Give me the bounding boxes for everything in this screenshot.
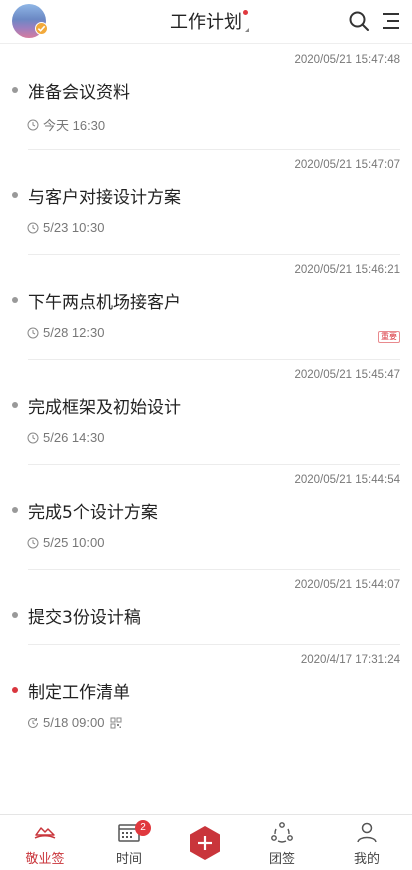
bullet-icon xyxy=(12,612,18,618)
clock-icon xyxy=(27,432,39,443)
bullet-icon xyxy=(12,192,18,198)
team-icon xyxy=(271,822,293,843)
page-title[interactable]: 工作计划 xyxy=(170,8,249,34)
add-button[interactable] xyxy=(187,825,223,861)
task-timestamp: 2020/05/21 15:47:48 xyxy=(294,54,400,66)
task-due: 5/18 09:00 xyxy=(27,715,126,730)
task-name: 完成5个设计方案 xyxy=(28,503,158,523)
search-icon[interactable] xyxy=(348,10,370,32)
bottom-tab-bar: 敬业签 2 时间 团签 我的 xyxy=(0,814,412,870)
task-due-text: 5/18 09:00 xyxy=(43,715,105,730)
qr-code-icon xyxy=(110,717,122,728)
tab-jingyeqian[interactable]: 敬业签 xyxy=(5,815,85,870)
task-timestamp: 2020/05/21 15:47:07 xyxy=(294,159,400,171)
task-name: 下午两点机场接客户 xyxy=(28,293,181,313)
tab-label: 时间 xyxy=(115,852,142,867)
task-item[interactable]: 2020/05/21 15:47:48 准备会议资料 今天 16:30 xyxy=(0,45,412,150)
task-due: 5/25 10:00 xyxy=(27,535,104,550)
page-title-text: 工作计划 xyxy=(170,12,242,33)
task-name: 准备会议资料 xyxy=(28,83,130,103)
tab-label: 团签 xyxy=(268,852,295,867)
task-timestamp: 2020/05/21 15:45:47 xyxy=(294,369,400,381)
top-bar: 工作计划 xyxy=(0,0,412,44)
task-list: 2020/05/21 15:47:48 准备会议资料 今天 16:30 2020… xyxy=(0,45,412,750)
dropdown-corner-icon xyxy=(245,28,249,32)
task-item[interactable]: 2020/4/17 17:31:24 制定工作清单 5/18 09:00 xyxy=(0,645,412,750)
tab-team[interactable]: 团签 xyxy=(242,815,322,870)
clock-icon xyxy=(27,537,39,548)
task-timestamp: 2020/05/21 15:46:21 xyxy=(294,264,400,276)
task-due: 5/28 12:30 xyxy=(27,325,104,340)
task-item[interactable]: 2020/05/21 15:44:54 完成5个设计方案 5/25 10:00 xyxy=(0,465,412,570)
bullet-icon xyxy=(12,297,18,303)
bullet-icon xyxy=(12,402,18,408)
task-item[interactable]: 2020/05/21 15:46:21 下午两点机场接客户 5/28 12:30… xyxy=(0,255,412,360)
task-name: 提交3份设计稿 xyxy=(28,608,141,628)
task-due-text: 5/25 10:00 xyxy=(43,535,105,550)
clock-icon xyxy=(27,222,39,233)
bullet-icon xyxy=(12,687,18,693)
task-due-text: 5/26 14:30 xyxy=(43,430,105,445)
task-item[interactable]: 2020/05/21 15:44:07 提交3份设计稿 xyxy=(0,570,412,645)
task-due: 5/23 10:30 xyxy=(27,220,104,235)
task-due-text: 5/28 12:30 xyxy=(43,325,105,340)
task-due-text: 5/23 10:30 xyxy=(43,220,105,235)
task-due: 5/26 14:30 xyxy=(27,430,104,445)
home-note-icon xyxy=(34,827,56,839)
tab-label: 敬业签 xyxy=(25,852,65,867)
task-timestamp: 2020/4/17 17:31:24 xyxy=(300,654,400,666)
clock-icon xyxy=(27,119,39,130)
task-due: 今天 16:30 xyxy=(27,115,105,134)
task-item[interactable]: 2020/05/21 15:47:07 与客户对接设计方案 5/23 10:30 xyxy=(0,150,412,255)
clock-icon xyxy=(27,327,39,338)
task-timestamp: 2020/05/21 15:44:07 xyxy=(294,579,400,591)
unread-dot-icon xyxy=(243,10,248,15)
tab-mine[interactable]: 我的 xyxy=(327,815,407,870)
task-timestamp: 2020/05/21 15:44:54 xyxy=(294,474,400,486)
notification-badge: 2 xyxy=(135,820,151,836)
priority-tag: 重要 xyxy=(378,331,400,343)
task-name: 完成框架及初始设计 xyxy=(28,398,181,418)
task-item[interactable]: 2020/05/21 15:45:47 完成框架及初始设计 5/26 14:30 xyxy=(0,360,412,465)
tab-label: 我的 xyxy=(353,852,380,867)
bullet-icon xyxy=(12,87,18,93)
bullet-icon xyxy=(12,507,18,513)
menu-icon[interactable] xyxy=(380,10,402,32)
task-name: 制定工作清单 xyxy=(28,683,130,703)
tab-time[interactable]: 2 时间 xyxy=(89,815,169,870)
repeat-clock-icon xyxy=(28,717,38,728)
user-icon xyxy=(357,822,377,843)
task-due-text: 今天 16:30 xyxy=(43,118,106,133)
task-name: 与客户对接设计方案 xyxy=(28,188,181,208)
